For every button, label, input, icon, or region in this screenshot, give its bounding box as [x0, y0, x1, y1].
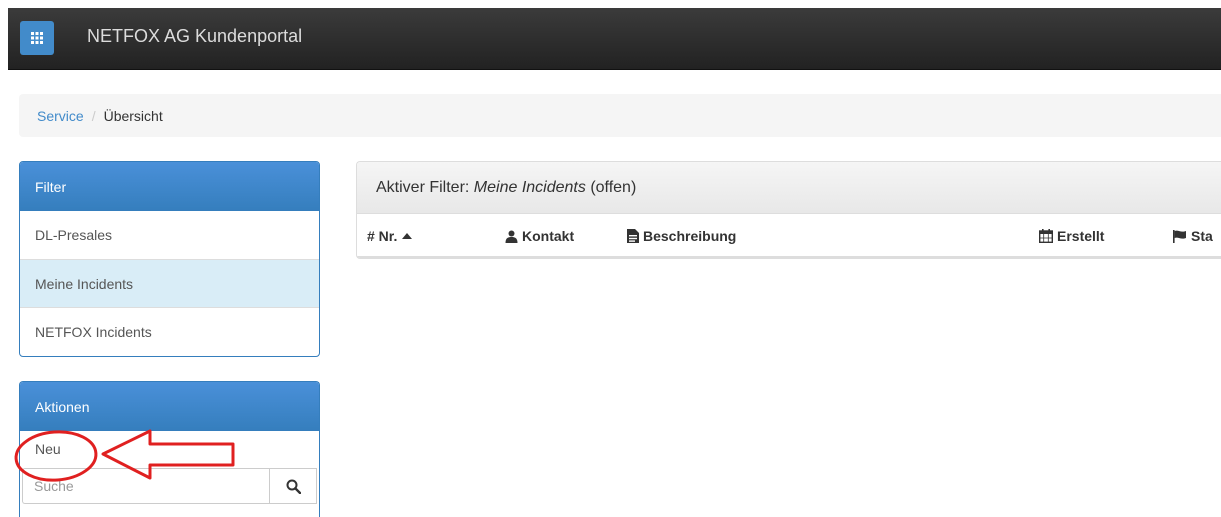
column-label-beschreibung: Beschreibung	[643, 228, 737, 244]
search-group	[22, 468, 317, 504]
column-label-nr: # Nr.	[367, 228, 398, 244]
column-header-status[interactable]: Sta	[1173, 228, 1213, 244]
column-label-status: Sta	[1191, 228, 1213, 244]
flag-icon	[1173, 229, 1186, 243]
user-icon	[505, 230, 518, 243]
column-header-beschreibung[interactable]: Beschreibung	[627, 228, 736, 244]
calendar-icon	[1039, 229, 1053, 243]
new-incident-link[interactable]: Neu	[20, 431, 319, 467]
column-header-erstellt[interactable]: Erstellt	[1039, 228, 1104, 244]
search-input[interactable]	[22, 468, 269, 504]
actions-panel-title: Aktionen	[20, 382, 319, 431]
table-header-row: # Nr. Kontakt Beschreibung Erstellt Sta	[357, 214, 1221, 258]
search-button[interactable]	[269, 468, 317, 504]
grid-icon	[31, 32, 43, 44]
filter-item-meine-incidents[interactable]: Meine Incidents	[20, 259, 319, 307]
breadcrumb-current: Übersicht	[103, 107, 163, 124]
filter-panel-title: Filter	[20, 162, 319, 211]
active-filter-prefix: Aktiver Filter:	[376, 178, 470, 196]
filter-panel: Filter DL-Presales Meine Incidents NETFO…	[19, 161, 320, 357]
active-filter-suffix: (offen)	[590, 178, 637, 196]
file-icon	[627, 229, 639, 243]
sort-asc-icon	[402, 233, 413, 239]
incidents-panel: Aktiver Filter: Meine Incidents (offen) …	[356, 161, 1221, 259]
column-header-kontakt[interactable]: Kontakt	[505, 228, 574, 244]
active-filter-heading: Aktiver Filter: Meine Incidents (offen)	[357, 162, 1221, 214]
actions-panel: Aktionen Neu	[19, 381, 320, 517]
brand-title[interactable]: NETFOX AG Kundenportal	[87, 26, 302, 47]
filter-item-dl-presales[interactable]: DL-Presales	[20, 211, 319, 259]
search-icon	[286, 479, 301, 494]
top-navbar: NETFOX AG Kundenportal	[8, 8, 1221, 70]
breadcrumb-service-link[interactable]: Service	[37, 108, 84, 124]
apps-menu-button[interactable]	[20, 21, 54, 55]
column-header-nr[interactable]: # Nr.	[367, 228, 413, 244]
column-label-kontakt: Kontakt	[522, 228, 575, 244]
breadcrumb: Service / Übersicht	[19, 94, 1221, 137]
breadcrumb-separator: /	[91, 107, 96, 124]
active-filter-name: Meine Incidents	[473, 178, 586, 196]
column-label-erstellt: Erstellt	[1057, 228, 1105, 244]
filter-item-netfox-incidents[interactable]: NETFOX Incidents	[20, 307, 319, 355]
